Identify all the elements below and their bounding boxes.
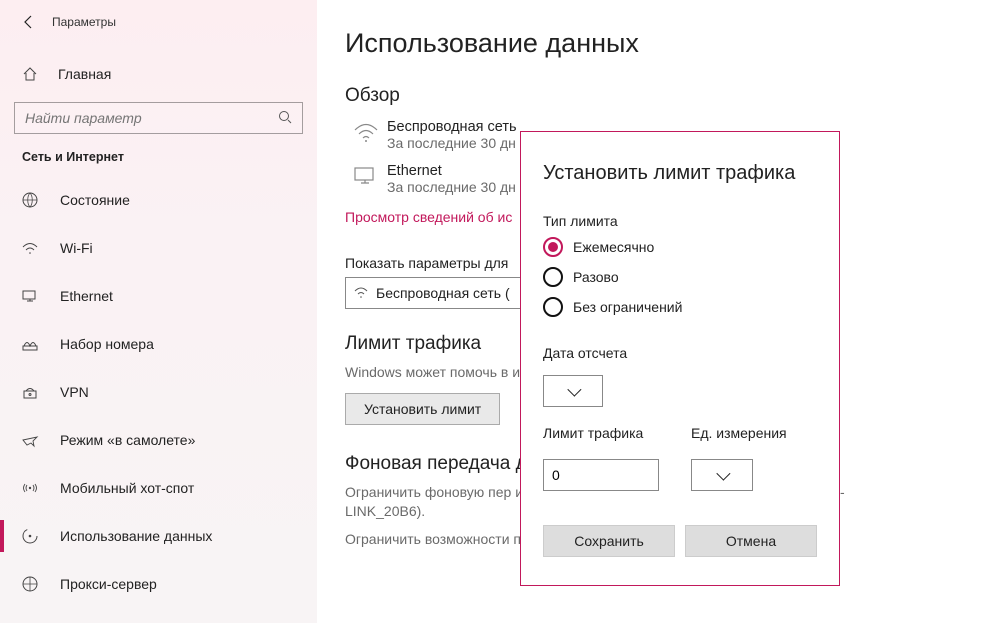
limit-input-label: Лимит трафика: [543, 425, 659, 441]
vpn-icon: [20, 382, 40, 402]
network-sub: За последние 30 дн: [387, 179, 516, 195]
page-title: Использование данных: [345, 28, 996, 59]
sidebar-item-proxy[interactable]: Прокси-сервер: [0, 560, 317, 608]
sidebar-item-label: Мобильный хот-спот: [60, 480, 194, 496]
dialup-icon: [20, 334, 40, 354]
proxy-icon: [20, 574, 40, 594]
window-title: Параметры: [52, 15, 116, 29]
radio-icon: [543, 267, 563, 287]
sidebar-item-label: Главная: [58, 66, 111, 82]
cancel-button[interactable]: Отмена: [685, 525, 817, 557]
sidebar-item-label: Прокси-сервер: [60, 576, 157, 592]
wifi-icon: [353, 121, 379, 143]
network-sub: За последние 30 дн: [387, 135, 517, 151]
data-usage-icon: [20, 526, 40, 546]
radio-monthly[interactable]: Ежемесячно: [543, 237, 817, 257]
airplane-icon: [20, 430, 40, 450]
usage-details-link[interactable]: Просмотр сведений об ис: [345, 209, 512, 225]
wifi-icon: [20, 238, 40, 258]
sidebar-item-dialup[interactable]: Набор номера: [0, 320, 317, 368]
radio-icon: [543, 237, 563, 257]
sidebar-item-home[interactable]: Главная: [14, 54, 303, 94]
unit-label: Ед. измерения: [691, 425, 787, 441]
sidebar-item-ethernet[interactable]: Ethernet: [0, 272, 317, 320]
search-icon: [278, 110, 294, 126]
search-input-wrap[interactable]: [14, 102, 303, 134]
radio-label: Разово: [573, 269, 619, 285]
ethernet-icon: [20, 286, 40, 306]
overview-heading: Обзор: [345, 85, 996, 107]
unit-select[interactable]: [691, 459, 753, 491]
network-name: Ethernet: [387, 163, 516, 179]
search-input[interactable]: [23, 109, 278, 127]
sidebar-item-wifi[interactable]: Wi-Fi: [0, 224, 317, 272]
radio-icon: [543, 297, 563, 317]
sidebar-item-status[interactable]: Состояние: [0, 176, 317, 224]
sidebar-item-label: Состояние: [60, 192, 130, 208]
chevron-down-icon: [716, 467, 730, 481]
ethernet-icon: [353, 165, 379, 187]
sidebar-category: Сеть и Интернет: [0, 144, 317, 170]
network-name: Беспроводная сеть: [387, 119, 517, 135]
radio-label: Ежемесячно: [573, 239, 654, 255]
set-limit-dialog: Установить лимит трафика Тип лимита Ежем…: [520, 131, 840, 586]
set-limit-button[interactable]: Установить лимит: [345, 393, 500, 425]
wifi-icon: [354, 287, 368, 299]
sidebar-item-label: VPN: [60, 384, 89, 400]
date-label: Дата отсчета: [543, 345, 817, 361]
sidebar-item-label: Ethernet: [60, 288, 113, 304]
sidebar-item-label: Режим «в самолете»: [60, 432, 195, 448]
sidebar-item-hotspot[interactable]: Мобильный хот-спот: [0, 464, 317, 512]
home-icon: [20, 64, 40, 84]
limit-input[interactable]: [543, 459, 659, 491]
radio-once[interactable]: Разово: [543, 267, 817, 287]
sidebar-item-data-usage[interactable]: Использование данных: [0, 512, 317, 560]
sidebar-item-label: Набор номера: [60, 336, 154, 352]
save-button[interactable]: Сохранить: [543, 525, 675, 557]
sidebar-item-label: Использование данных: [60, 528, 212, 544]
limit-type-label: Тип лимита: [543, 213, 817, 229]
date-select[interactable]: [543, 375, 603, 407]
network-select-value: Беспроводная сеть (: [376, 285, 521, 301]
sidebar-item-vpn[interactable]: VPN: [0, 368, 317, 416]
globe-icon: [20, 190, 40, 210]
chevron-down-icon: [567, 383, 581, 397]
sidebar-item-airplane[interactable]: Режим «в самолете»: [0, 416, 317, 464]
back-button[interactable]: [14, 7, 44, 37]
sidebar-item-label: Wi-Fi: [60, 240, 93, 256]
hotspot-icon: [20, 478, 40, 498]
dialog-title: Установить лимит трафика: [543, 162, 817, 185]
radio-unlimited[interactable]: Без ограничений: [543, 297, 817, 317]
network-select[interactable]: Беспроводная сеть (: [345, 277, 530, 309]
radio-label: Без ограничений: [573, 299, 682, 315]
